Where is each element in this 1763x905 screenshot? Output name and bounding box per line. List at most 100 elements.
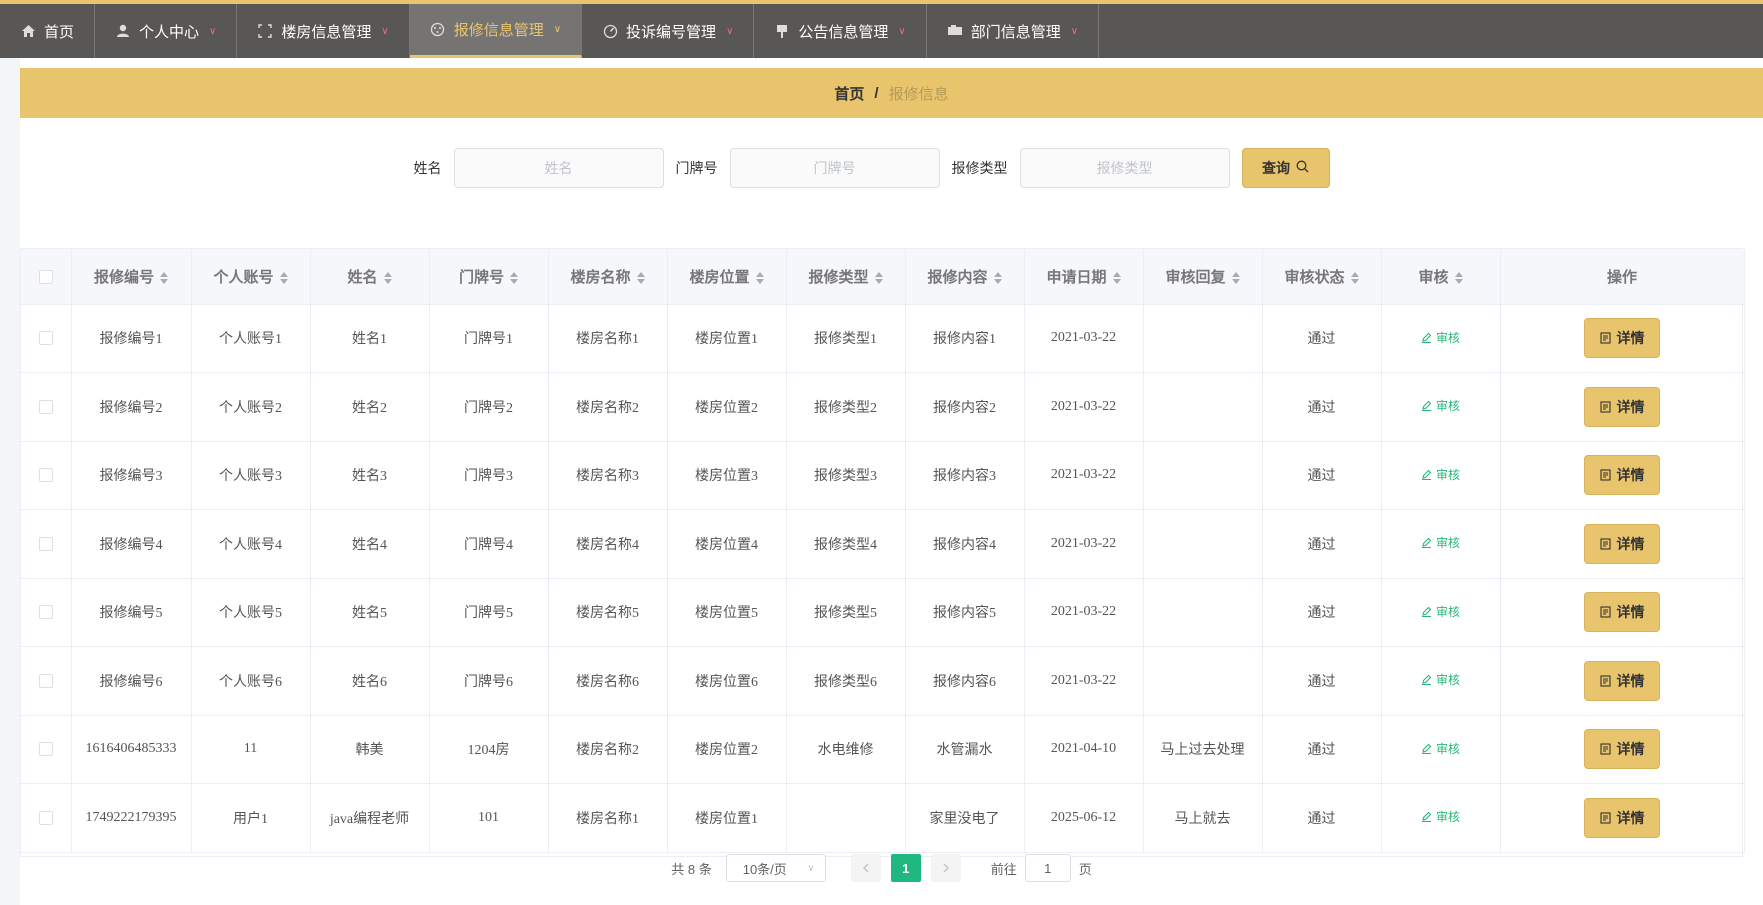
door-number-cell: 门牌号4 — [429, 509, 549, 579]
column-header[interactable]: 个人账号 — [191, 249, 311, 305]
chevron-down-icon: ∨ — [553, 24, 562, 35]
sort-icon[interactable] — [383, 271, 392, 284]
repair-content-cell: 报修内容2 — [905, 372, 1025, 442]
audit-link[interactable]: 审核 — [1421, 671, 1460, 688]
query-button-label: 查询 — [1262, 160, 1290, 176]
audit-link[interactable]: 审核 — [1421, 603, 1460, 620]
sort-icon[interactable] — [1231, 271, 1240, 284]
page-size-select[interactable]: 10条/页 ∨ — [725, 854, 826, 882]
chevron-down-icon: ∨ — [726, 25, 734, 37]
column-header[interactable]: 门牌号 — [429, 249, 549, 305]
row-checkbox[interactable] — [38, 742, 53, 757]
sort-icon[interactable] — [755, 271, 764, 284]
detail-button[interactable]: 详情 — [1584, 660, 1660, 701]
apply-date-cell: 2021-03-22 — [1024, 646, 1144, 716]
nav-label: 部门信息管理 — [970, 23, 1061, 41]
repair-number-cell: 报修编号5 — [71, 578, 192, 647]
column-header[interactable]: 楼房名称 — [548, 249, 668, 305]
audit-link[interactable]: 审核 — [1421, 329, 1460, 346]
audit-link[interactable]: 审核 — [1421, 397, 1460, 414]
column-header[interactable]: 审核 — [1381, 249, 1501, 305]
detail-button[interactable]: 详情 — [1584, 729, 1660, 770]
query-button[interactable]: 查询 — [1241, 148, 1330, 188]
next-page-button[interactable] — [930, 854, 961, 882]
audit-link[interactable]: 审核 — [1421, 466, 1460, 483]
edit-icon — [1421, 743, 1432, 754]
sort-icon[interactable] — [510, 271, 518, 284]
goto-label: 前往 — [990, 861, 1017, 877]
nav-item-notice-management[interactable]: 公告信息管理 ∨ — [754, 4, 927, 58]
audit-status-cell: 通过 — [1262, 783, 1382, 853]
column-header[interactable]: 申请日期 — [1024, 249, 1144, 305]
chevron-down-icon: ∨ — [381, 25, 389, 37]
nav-item-repair-management[interactable]: 报修信息管理 ∨ — [409, 4, 583, 58]
chevron-down-icon: ∨ — [807, 862, 815, 874]
column-header[interactable]: 报修编号 — [71, 249, 192, 305]
repair-number-cell: 报修编号6 — [71, 646, 192, 716]
select-all-header — [21, 249, 72, 305]
chevron-right-icon — [943, 863, 949, 873]
door-number-input[interactable] — [729, 148, 940, 188]
repair-type-input[interactable] — [1019, 148, 1230, 188]
row-checkbox[interactable] — [38, 536, 53, 551]
edit-icon — [1421, 469, 1432, 480]
sort-icon[interactable] — [1112, 271, 1121, 284]
row-checkbox[interactable] — [38, 810, 53, 825]
row-checkbox[interactable] — [38, 673, 53, 688]
sort-icon[interactable] — [874, 271, 883, 284]
breadcrumb: 首页 / 报修信息 — [20, 68, 1763, 118]
audit-link-label: 审核 — [1435, 399, 1460, 414]
audit-link[interactable]: 审核 — [1421, 740, 1460, 757]
goto-page-input[interactable] — [1024, 854, 1071, 882]
nav-item-complaint-management[interactable]: 投诉编号管理 ∨ — [582, 4, 755, 58]
audit-reply-cell — [1143, 372, 1263, 442]
nav-item-department-management[interactable]: 部门信息管理 ∨ — [927, 4, 1100, 58]
column-header[interactable]: 报修内容 — [905, 249, 1025, 305]
audit-link[interactable]: 审核 — [1421, 808, 1460, 825]
nav-item-building-management[interactable]: 楼房信息管理 ∨ — [237, 4, 410, 58]
column-header[interactable]: 报修类型 — [786, 249, 906, 305]
sort-icon[interactable] — [993, 271, 1002, 284]
detail-button-label: 详情 — [1616, 672, 1645, 689]
row-checkbox[interactable] — [38, 468, 53, 483]
nav-item-home[interactable]: 首页 — [0, 4, 96, 58]
repair-content-cell: 报修内容6 — [905, 646, 1025, 716]
repair-type-cell: 报修类型2 — [786, 372, 906, 442]
column-header[interactable]: 楼房位置 — [667, 249, 787, 305]
select-all-checkbox[interactable] — [38, 269, 53, 284]
detail-button[interactable]: 详情 — [1584, 318, 1660, 359]
row-select-cell — [21, 509, 72, 579]
repair-number-cell: 报修编号4 — [71, 509, 192, 579]
sort-icon[interactable] — [160, 271, 168, 284]
table-row: 报修编号3 个人账号3 姓名3 门牌号3 楼房名称3 楼房位置3 报修类型3 报修内容3 202… — [21, 441, 1745, 510]
column-header[interactable]: 审核回复 — [1143, 249, 1263, 305]
department-icon — [947, 23, 963, 39]
name-input[interactable] — [453, 148, 664, 188]
audit-link[interactable]: 审核 — [1421, 534, 1460, 551]
repair-content-cell: 报修内容5 — [905, 578, 1025, 647]
sort-icon[interactable] — [279, 271, 288, 284]
chevron-down-icon: ∨ — [898, 25, 906, 37]
sort-icon[interactable] — [1454, 271, 1463, 284]
sort-icon[interactable] — [636, 271, 645, 284]
detail-button[interactable]: 详情 — [1584, 592, 1660, 633]
breadcrumb-home[interactable]: 首页 — [834, 83, 864, 104]
operation-cell: 详情 — [1500, 441, 1745, 510]
column-header[interactable]: 审核状态 — [1262, 249, 1382, 305]
prev-page-button[interactable] — [850, 854, 881, 882]
row-checkbox[interactable] — [38, 399, 53, 414]
detail-button[interactable]: 详情 — [1584, 386, 1660, 427]
detail-button[interactable]: 详情 — [1584, 455, 1660, 496]
sort-icon[interactable] — [1350, 271, 1359, 284]
row-checkbox[interactable] — [38, 331, 53, 346]
nav-item-personal-center[interactable]: 个人中心 ∨ — [95, 4, 238, 58]
detail-button[interactable]: 详情 — [1584, 523, 1660, 564]
name-cell: 韩美 — [310, 715, 430, 784]
detail-button-label: 详情 — [1616, 741, 1645, 758]
row-select-cell — [21, 646, 72, 716]
page-number-current[interactable]: 1 — [890, 854, 921, 882]
row-select-cell — [21, 372, 72, 442]
row-checkbox[interactable] — [38, 605, 53, 620]
column-header[interactable]: 姓名 — [310, 249, 430, 305]
detail-button[interactable]: 详情 — [1584, 797, 1660, 838]
